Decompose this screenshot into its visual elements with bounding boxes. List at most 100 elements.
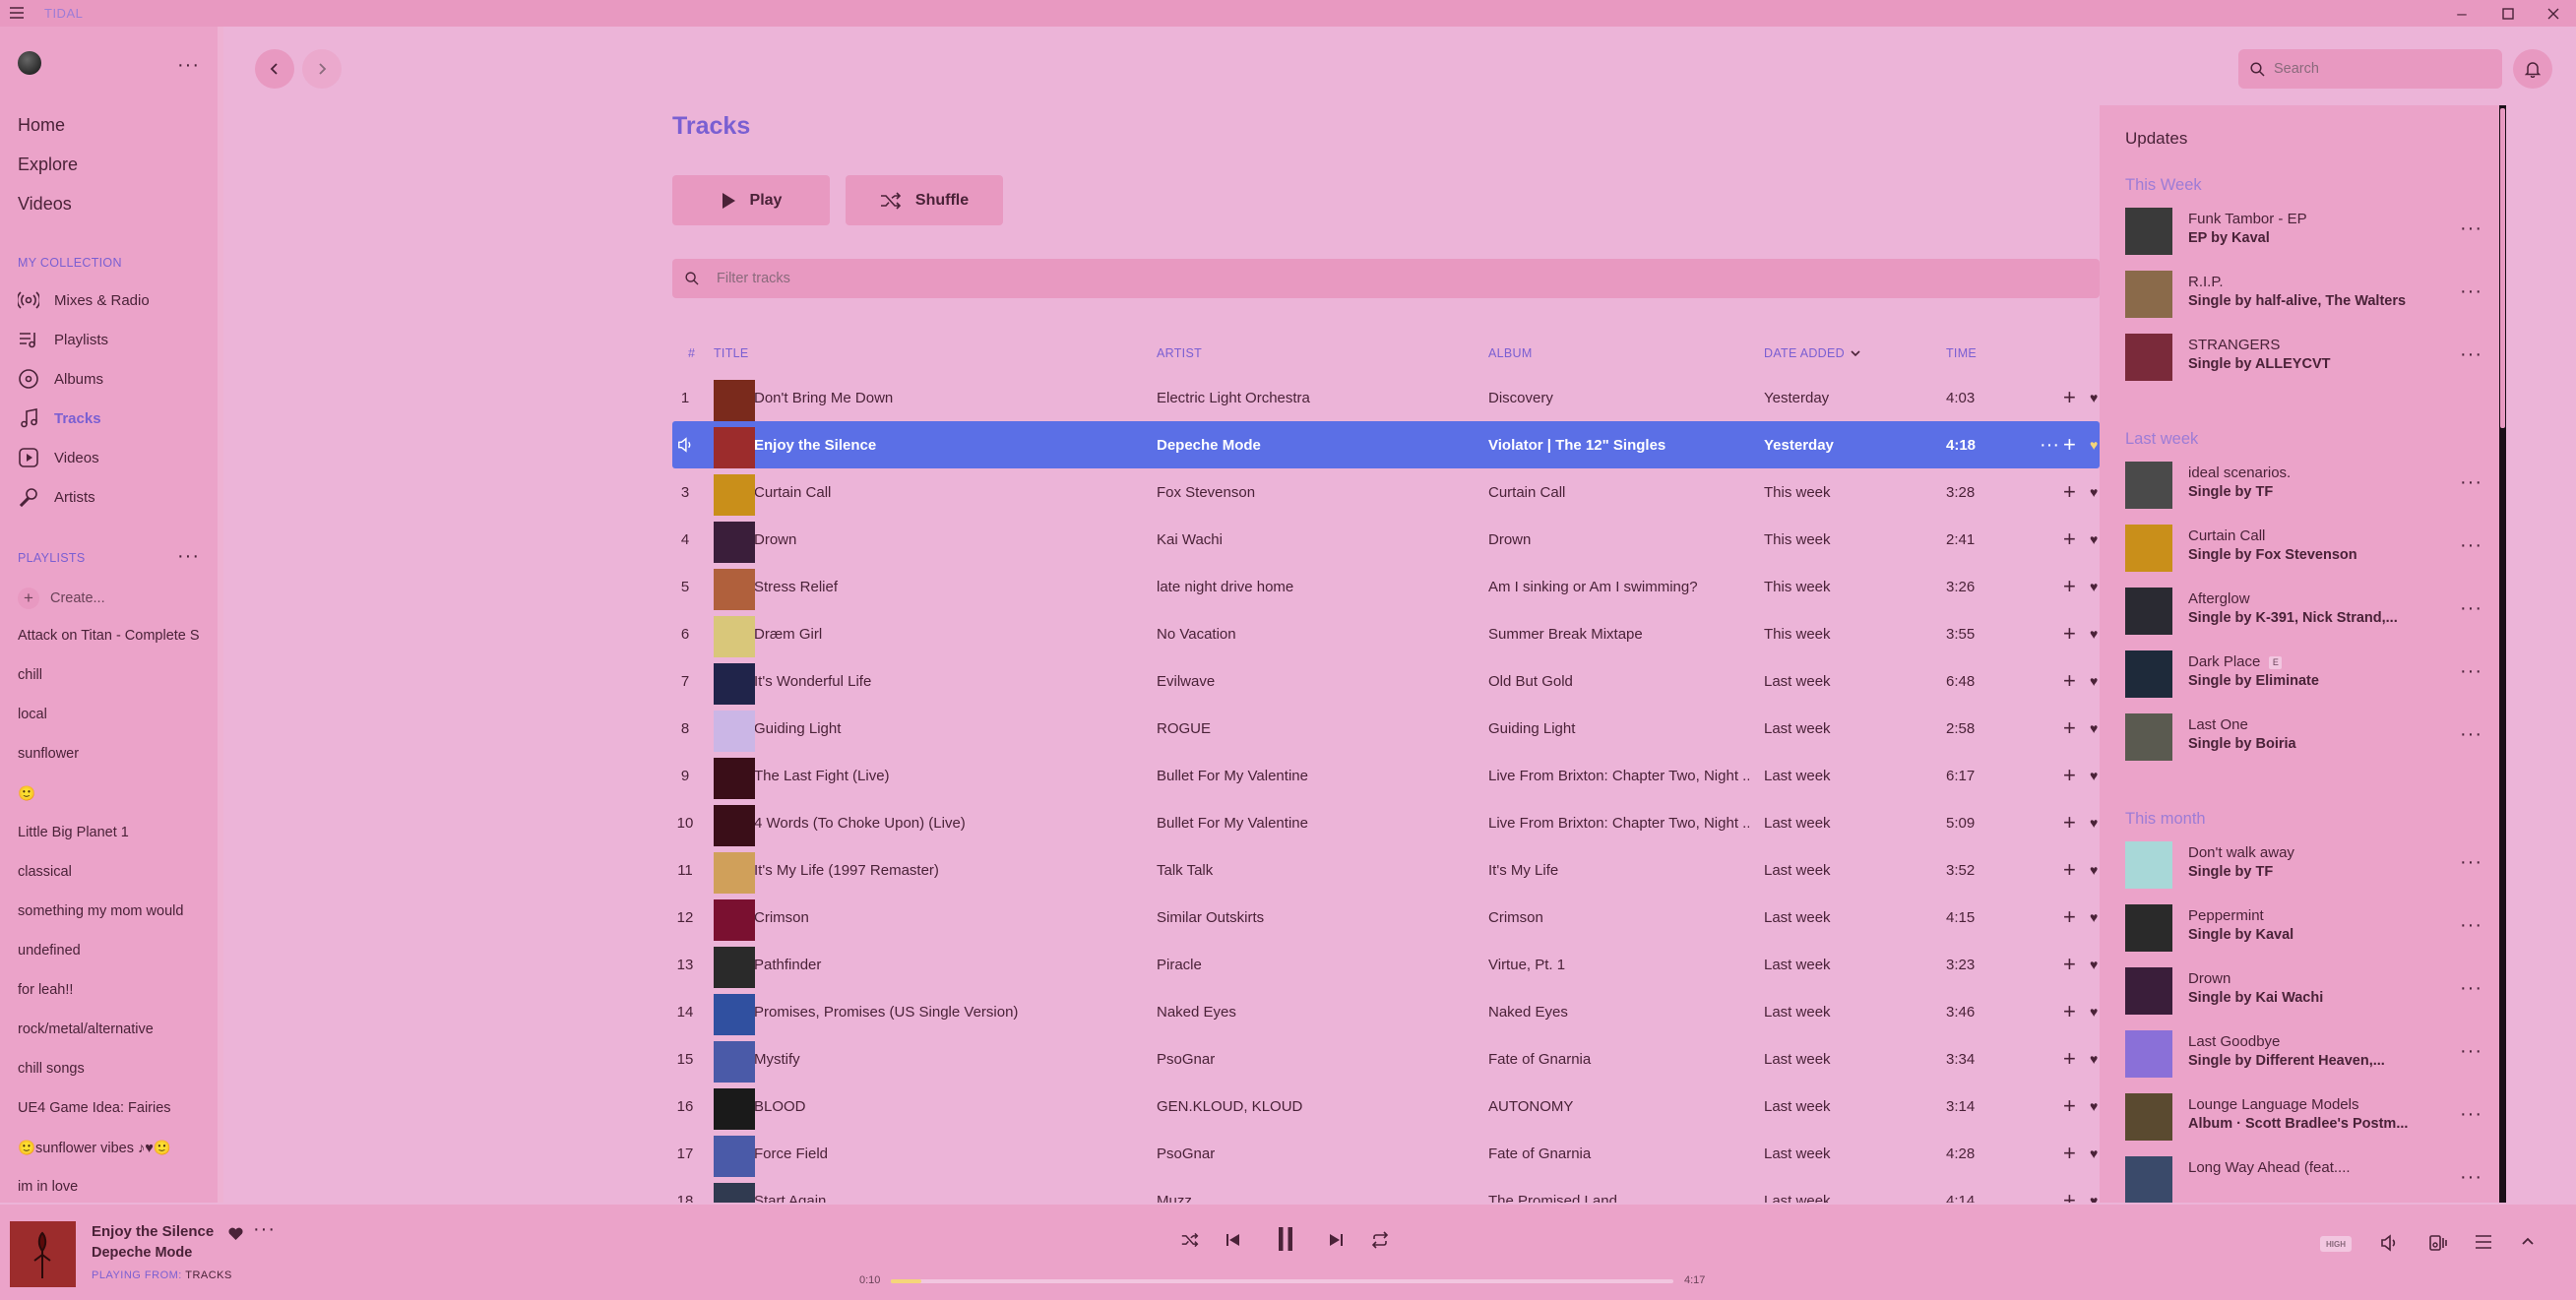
table-row[interactable]: 5 Stress Relief late night drive home Am I … (672, 563, 2100, 610)
more-options-icon[interactable]: ··· (2460, 851, 2482, 874)
track-art[interactable] (714, 522, 755, 563)
track-album[interactable]: Live From Brixton: Chapter Two, Night ..… (1488, 752, 1749, 799)
track-title[interactable]: Guiding Light (754, 705, 1138, 752)
heart-icon[interactable]: ♥ (2090, 799, 2100, 846)
track-title[interactable]: Promises, Promises (US Single Version) (754, 988, 1138, 1035)
release-subtitle[interactable]: Single by half-alive, The Walters (2188, 293, 2415, 309)
table-row[interactable]: 3 Curtain Call Fox Stevenson Curtain Call Th… (672, 468, 2100, 516)
track-album[interactable]: Naked Eyes (1488, 988, 1749, 1035)
update-item[interactable]: Drown Single by Kai Wachi ··· (2125, 967, 2489, 1015)
track-album[interactable]: Virtue, Pt. 1 (1488, 941, 1749, 988)
release-subtitle[interactable]: Single by ALLEYCVT (2188, 356, 2415, 372)
track-art[interactable] (714, 427, 755, 468)
track-album[interactable]: Discovery (1488, 374, 1749, 421)
heart-icon[interactable]: ♥ (2090, 752, 2100, 799)
table-row[interactable]: 4 Drown Kai Wachi Drown This week 2:41 + ♥ (672, 516, 2100, 563)
release-title[interactable]: Don't walk away (2188, 844, 2294, 861)
minimize-icon[interactable]: – (2442, 2, 2482, 26)
heart-icon[interactable]: ♥ (2090, 374, 2100, 421)
release-art[interactable] (2125, 713, 2172, 761)
track-album[interactable]: AUTONOMY (1488, 1083, 1749, 1130)
track-artist[interactable]: Evilwave (1157, 657, 1472, 705)
track-art[interactable] (714, 711, 755, 752)
release-art[interactable] (2125, 525, 2172, 572)
release-subtitle[interactable]: Album · Scott Bradlee's Postm... (2188, 1116, 2415, 1132)
track-artist[interactable]: ROGUE (1157, 705, 1472, 752)
col-date-added[interactable]: DATE ADDED (1764, 346, 1860, 360)
track-artist[interactable]: Kai Wachi (1157, 516, 1472, 563)
add-icon[interactable]: + (2063, 1130, 2076, 1177)
heart-icon[interactable]: ♥ (2090, 846, 2100, 894)
release-title[interactable]: Funk Tambor - EP (2188, 211, 2307, 227)
release-art[interactable] (2125, 208, 2172, 255)
table-row[interactable]: 16 BLOOD GEN.KLOUD, KLOUD AUTONOMY Last week… (672, 1083, 2100, 1130)
heart-icon[interactable]: ♥ (2090, 610, 2100, 657)
collection-videos[interactable]: Videos (18, 444, 99, 471)
search-box[interactable]: Search (2238, 49, 2502, 89)
search-input[interactable]: Search (2274, 61, 2319, 77)
add-icon[interactable]: + (2063, 988, 2076, 1035)
update-item[interactable]: Don't walk away Single by TF ··· (2125, 841, 2489, 889)
track-art[interactable] (714, 899, 755, 941)
shuffle-button[interactable]: Shuffle (846, 175, 1003, 225)
playlist-item[interactable]: undefined (18, 943, 199, 959)
release-subtitle[interactable]: Single by TF (2188, 484, 2415, 500)
track-artist[interactable]: Similar Outskirts (1157, 894, 1472, 941)
track-album[interactable]: Drown (1488, 516, 1749, 563)
release-title[interactable]: Peppermint (2188, 907, 2264, 924)
release-title[interactable]: Curtain Call (2188, 527, 2265, 544)
volume-icon[interactable] (2380, 1234, 2398, 1252)
table-row[interactable]: 17 Force Field PsoGnar Fate of Gnarnia Last … (672, 1130, 2100, 1177)
track-title[interactable]: It's Wonderful Life (754, 657, 1138, 705)
release-subtitle[interactable]: Single by Fox Stevenson (2188, 547, 2415, 563)
nav-videos[interactable]: Videos (18, 194, 72, 215)
collection-tracks[interactable]: Tracks (18, 404, 101, 432)
quality-badge[interactable]: HIGH (2320, 1236, 2352, 1252)
create-playlist-button[interactable]: + Create... (18, 588, 105, 609)
track-artist[interactable]: Piracle (1157, 941, 1472, 988)
add-icon[interactable]: + (2063, 799, 2076, 846)
track-art[interactable] (714, 1041, 755, 1083)
track-title[interactable]: It's My Life (1997 Remaster) (754, 846, 1138, 894)
playlist-item[interactable]: Attack on Titan - Complete S (18, 628, 199, 644)
playlist-item[interactable]: classical (18, 864, 199, 880)
release-art[interactable] (2125, 904, 2172, 952)
forward-button[interactable] (302, 49, 342, 89)
track-artist[interactable]: GEN.KLOUD, KLOUD (1157, 1083, 1472, 1130)
track-art[interactable] (714, 663, 755, 705)
playlist-item[interactable]: sunflower (18, 746, 199, 762)
release-title[interactable]: Last One (2188, 716, 2248, 733)
playlist-item[interactable]: something my mom would (18, 903, 199, 919)
track-title[interactable]: Force Field (754, 1130, 1138, 1177)
table-row[interactable]: 2Enjoy the SilenceDepeche ModeViolator |… (672, 421, 2100, 468)
track-artist[interactable]: Naked Eyes (1157, 988, 1472, 1035)
playlist-item[interactable]: chill songs (18, 1061, 199, 1077)
track-artist[interactable]: late night drive home (1157, 563, 1472, 610)
heart-icon[interactable]: ♥ (2090, 988, 2100, 1035)
release-title[interactable]: R.I.P. (2188, 274, 2224, 290)
track-artist[interactable]: Talk Talk (1157, 846, 1472, 894)
playlist-item[interactable]: local (18, 707, 199, 722)
heart-icon[interactable]: ♥ (2090, 516, 2100, 563)
add-icon[interactable]: + (2063, 846, 2076, 894)
track-title[interactable]: Drown (754, 516, 1138, 563)
track-title[interactable]: Stress Relief (754, 563, 1138, 610)
previous-icon[interactable] (1225, 1232, 1241, 1248)
track-art[interactable] (714, 1136, 755, 1177)
track-artist[interactable]: No Vacation (1157, 610, 1472, 657)
more-options-icon[interactable]: ··· (2460, 217, 2482, 240)
table-row[interactable]: 1 Don't Bring Me Down Electric Light Orche… (672, 374, 2100, 421)
more-options-icon[interactable]: ··· (2460, 660, 2482, 683)
queue-icon[interactable] (2475, 1234, 2492, 1250)
release-art[interactable] (2125, 271, 2172, 318)
playlist-item[interactable]: 🙂sunflower vibes ♪♥🙂 (18, 1140, 199, 1156)
table-row[interactable]: 10 4 Words (To Choke Upon) (Live) Bullet F… (672, 799, 2100, 846)
more-options-icon[interactable]: ··· (177, 54, 200, 77)
avatar[interactable] (18, 51, 41, 75)
release-subtitle[interactable]: EP by Kaval (2188, 230, 2415, 246)
release-art[interactable] (2125, 650, 2172, 698)
shuffle-icon[interactable] (1181, 1232, 1199, 1248)
more-options-icon[interactable]: ··· (2460, 471, 2482, 494)
track-art[interactable] (714, 805, 755, 846)
add-icon[interactable]: + (2063, 894, 2076, 941)
